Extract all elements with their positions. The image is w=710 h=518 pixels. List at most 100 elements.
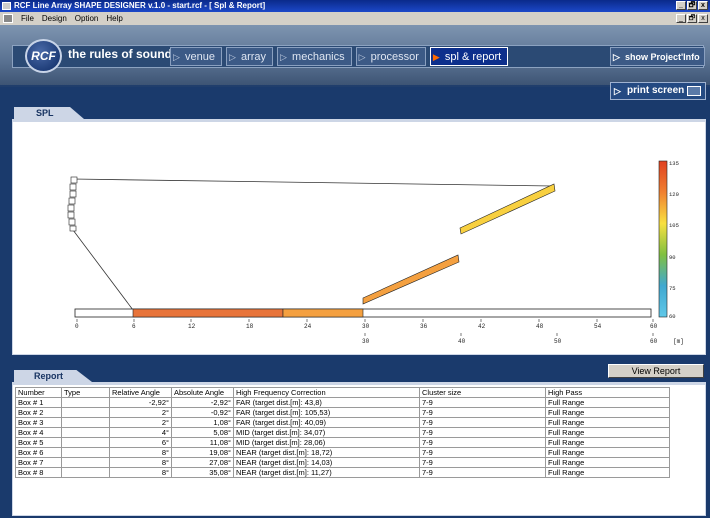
cell-cluster-size: 7-9 bbox=[419, 427, 546, 438]
mdi-restore-button[interactable]: 🗗 bbox=[687, 14, 697, 23]
cell-type bbox=[61, 457, 110, 468]
spl-tab[interactable]: SPL bbox=[14, 107, 84, 119]
show-project-info-button[interactable]: show Project'Info bbox=[610, 47, 705, 66]
cell-absolute-angle: 27,08° bbox=[171, 457, 234, 468]
table-row[interactable]: Box # 8 8° 35,08° NEAR (target dist.[m]: 11… bbox=[15, 467, 670, 478]
cell-type bbox=[61, 427, 110, 438]
cell-high-pass: Full Range bbox=[545, 457, 670, 468]
cell-number: Box # 7 bbox=[15, 457, 62, 468]
coverage-line-bottom bbox=[72, 229, 134, 311]
col-hf-correction: High Frequency Correction bbox=[233, 387, 420, 398]
cell-hf-correction: FAR (target dist.[m]: 43,8) bbox=[233, 397, 420, 408]
cell-hf-correction: MID (target dist.[m]: 28,06) bbox=[233, 437, 420, 448]
cell-relative-angle: 6° bbox=[109, 437, 172, 448]
menu-bar: File Design Option Help _ 🗗 x bbox=[0, 12, 710, 25]
table-row[interactable]: Box # 3 2° 1,08° FAR (target dist.[m]: 40,0… bbox=[15, 417, 670, 428]
app-icon[interactable] bbox=[2, 2, 11, 10]
cell-absolute-angle: -0,92° bbox=[171, 407, 234, 418]
report-table: Number Type Relative Angle Absolute Angl… bbox=[15, 387, 670, 478]
cell-absolute-angle: -2,92° bbox=[171, 397, 234, 408]
x-unit: [m] bbox=[673, 338, 684, 345]
x-tick-36: 36 bbox=[420, 323, 428, 330]
cell-cluster-size: 7-9 bbox=[419, 437, 546, 448]
view-report-button[interactable]: View Report bbox=[608, 364, 704, 378]
menu-help[interactable]: Help bbox=[102, 12, 126, 25]
cell-cluster-size: 7-9 bbox=[419, 447, 546, 458]
cell-cluster-size: 7-9 bbox=[419, 457, 546, 468]
cell-high-pass: Full Range bbox=[545, 467, 670, 478]
table-row[interactable]: Box # 2 2° -0,92° FAR (target dist.[m]: 105… bbox=[15, 407, 670, 418]
scale-75: 75 bbox=[669, 285, 676, 292]
spl-panel: 0 6 12 18 24 30 36 42 48 54 60 30 40 50 … bbox=[12, 119, 706, 355]
tab-spl-report[interactable]: spl & report bbox=[429, 47, 509, 66]
maximize-button[interactable]: 🗗 bbox=[687, 1, 697, 10]
scale-105: 105 bbox=[669, 222, 679, 229]
mdi-minimize-button[interactable]: _ bbox=[676, 14, 686, 23]
cell-hf-correction: MID (target dist.[m]: 34,07) bbox=[233, 427, 420, 438]
tagline: the rules of sound bbox=[68, 47, 173, 61]
close-button[interactable]: x bbox=[698, 1, 708, 10]
title-bar: RCF Line Array SHAPE DESIGNER v.1.0 - st… bbox=[0, 0, 710, 12]
report-tab[interactable]: Report bbox=[14, 370, 92, 382]
cell-cluster-size: 7-9 bbox=[419, 467, 546, 478]
cell-hf-correction: NEAR (target dist.[m]: 18,72) bbox=[233, 447, 420, 458]
cell-number: Box # 5 bbox=[15, 437, 62, 448]
document-icon[interactable] bbox=[3, 14, 13, 23]
col-type: Type bbox=[61, 387, 110, 398]
cell-type bbox=[61, 437, 110, 448]
cell-high-pass: Full Range bbox=[545, 417, 670, 428]
tab-array[interactable]: array bbox=[225, 47, 274, 66]
scale-135: 135 bbox=[669, 160, 679, 167]
x-tick-18: 18 bbox=[246, 323, 254, 330]
cell-type bbox=[61, 397, 110, 408]
x2-tick-50: 50 bbox=[554, 338, 562, 345]
cell-number: Box # 3 bbox=[15, 417, 62, 428]
cell-cluster-size: 7-9 bbox=[419, 397, 546, 408]
menu-file[interactable]: File bbox=[17, 12, 38, 25]
minimize-button[interactable]: _ bbox=[676, 1, 686, 10]
menu-design[interactable]: Design bbox=[38, 12, 71, 25]
tab-processor[interactable]: processor bbox=[355, 47, 426, 66]
scale-60: 60 bbox=[669, 313, 676, 320]
report-panel: Number Type Relative Angle Absolute Angl… bbox=[12, 382, 706, 516]
tab-venue[interactable]: venue bbox=[170, 47, 222, 66]
cell-hf-correction: NEAR (target dist.[m]: 14,03) bbox=[233, 457, 420, 468]
x-tick-6: 6 bbox=[132, 323, 136, 330]
cell-absolute-angle: 19,08° bbox=[171, 447, 234, 458]
tab-mechanics[interactable]: mechanics bbox=[277, 47, 352, 66]
spl-plot: 0 6 12 18 24 30 36 42 48 54 60 30 40 50 … bbox=[67, 160, 684, 345]
col-high-pass: High Pass bbox=[545, 387, 670, 398]
rcf-logo: RCF bbox=[25, 39, 62, 73]
cell-number: Box # 2 bbox=[15, 407, 62, 418]
cell-high-pass: Full Range bbox=[545, 427, 670, 438]
x-tick-30: 30 bbox=[362, 323, 370, 330]
cell-relative-angle: 2° bbox=[109, 417, 172, 428]
cell-type bbox=[61, 467, 110, 478]
x-tick-48: 48 bbox=[536, 323, 544, 330]
table-row[interactable]: Box # 7 8° 27,08° NEAR (target dist.[m]: 14… bbox=[15, 457, 670, 468]
cell-relative-angle: 8° bbox=[109, 447, 172, 458]
window-title: RCF Line Array SHAPE DESIGNER v.1.0 - st… bbox=[14, 1, 266, 10]
mdi-close-button[interactable]: x bbox=[698, 14, 708, 23]
x-tick-0: 0 bbox=[75, 323, 79, 330]
x2-tick-40: 40 bbox=[458, 338, 466, 345]
printer-icon bbox=[687, 86, 701, 96]
balcony-2 bbox=[459, 183, 556, 235]
table-row[interactable]: Box # 6 8° 19,08° NEAR (target dist.[m]: 18… bbox=[15, 447, 670, 458]
x2-tick-30: 30 bbox=[362, 338, 370, 345]
menu-option[interactable]: Option bbox=[71, 12, 103, 25]
col-relative-angle: Relative Angle bbox=[109, 387, 172, 398]
table-row[interactable]: Box # 1 -2,92° -2,92° FAR (target dist.[m]:… bbox=[15, 397, 670, 408]
print-screen-button[interactable]: print screen bbox=[610, 82, 706, 100]
cell-relative-angle: 8° bbox=[109, 467, 172, 478]
speaker-array bbox=[67, 176, 78, 232]
scale-90: 90 bbox=[669, 254, 676, 261]
cell-number: Box # 1 bbox=[15, 397, 62, 408]
cell-absolute-angle: 1,08° bbox=[171, 417, 234, 428]
cell-hf-correction: FAR (target dist.[m]: 105,53) bbox=[233, 407, 420, 418]
x-tick-60: 60 bbox=[650, 323, 658, 330]
floor-spl-hot bbox=[132, 308, 284, 318]
cell-number: Box # 8 bbox=[15, 467, 62, 478]
table-row[interactable]: Box # 5 6° 11,08° MID (target dist.[m]: 28,… bbox=[15, 437, 670, 448]
table-row[interactable]: Box # 4 4° 5,08° MID (target dist.[m]: 34,0… bbox=[15, 427, 670, 438]
